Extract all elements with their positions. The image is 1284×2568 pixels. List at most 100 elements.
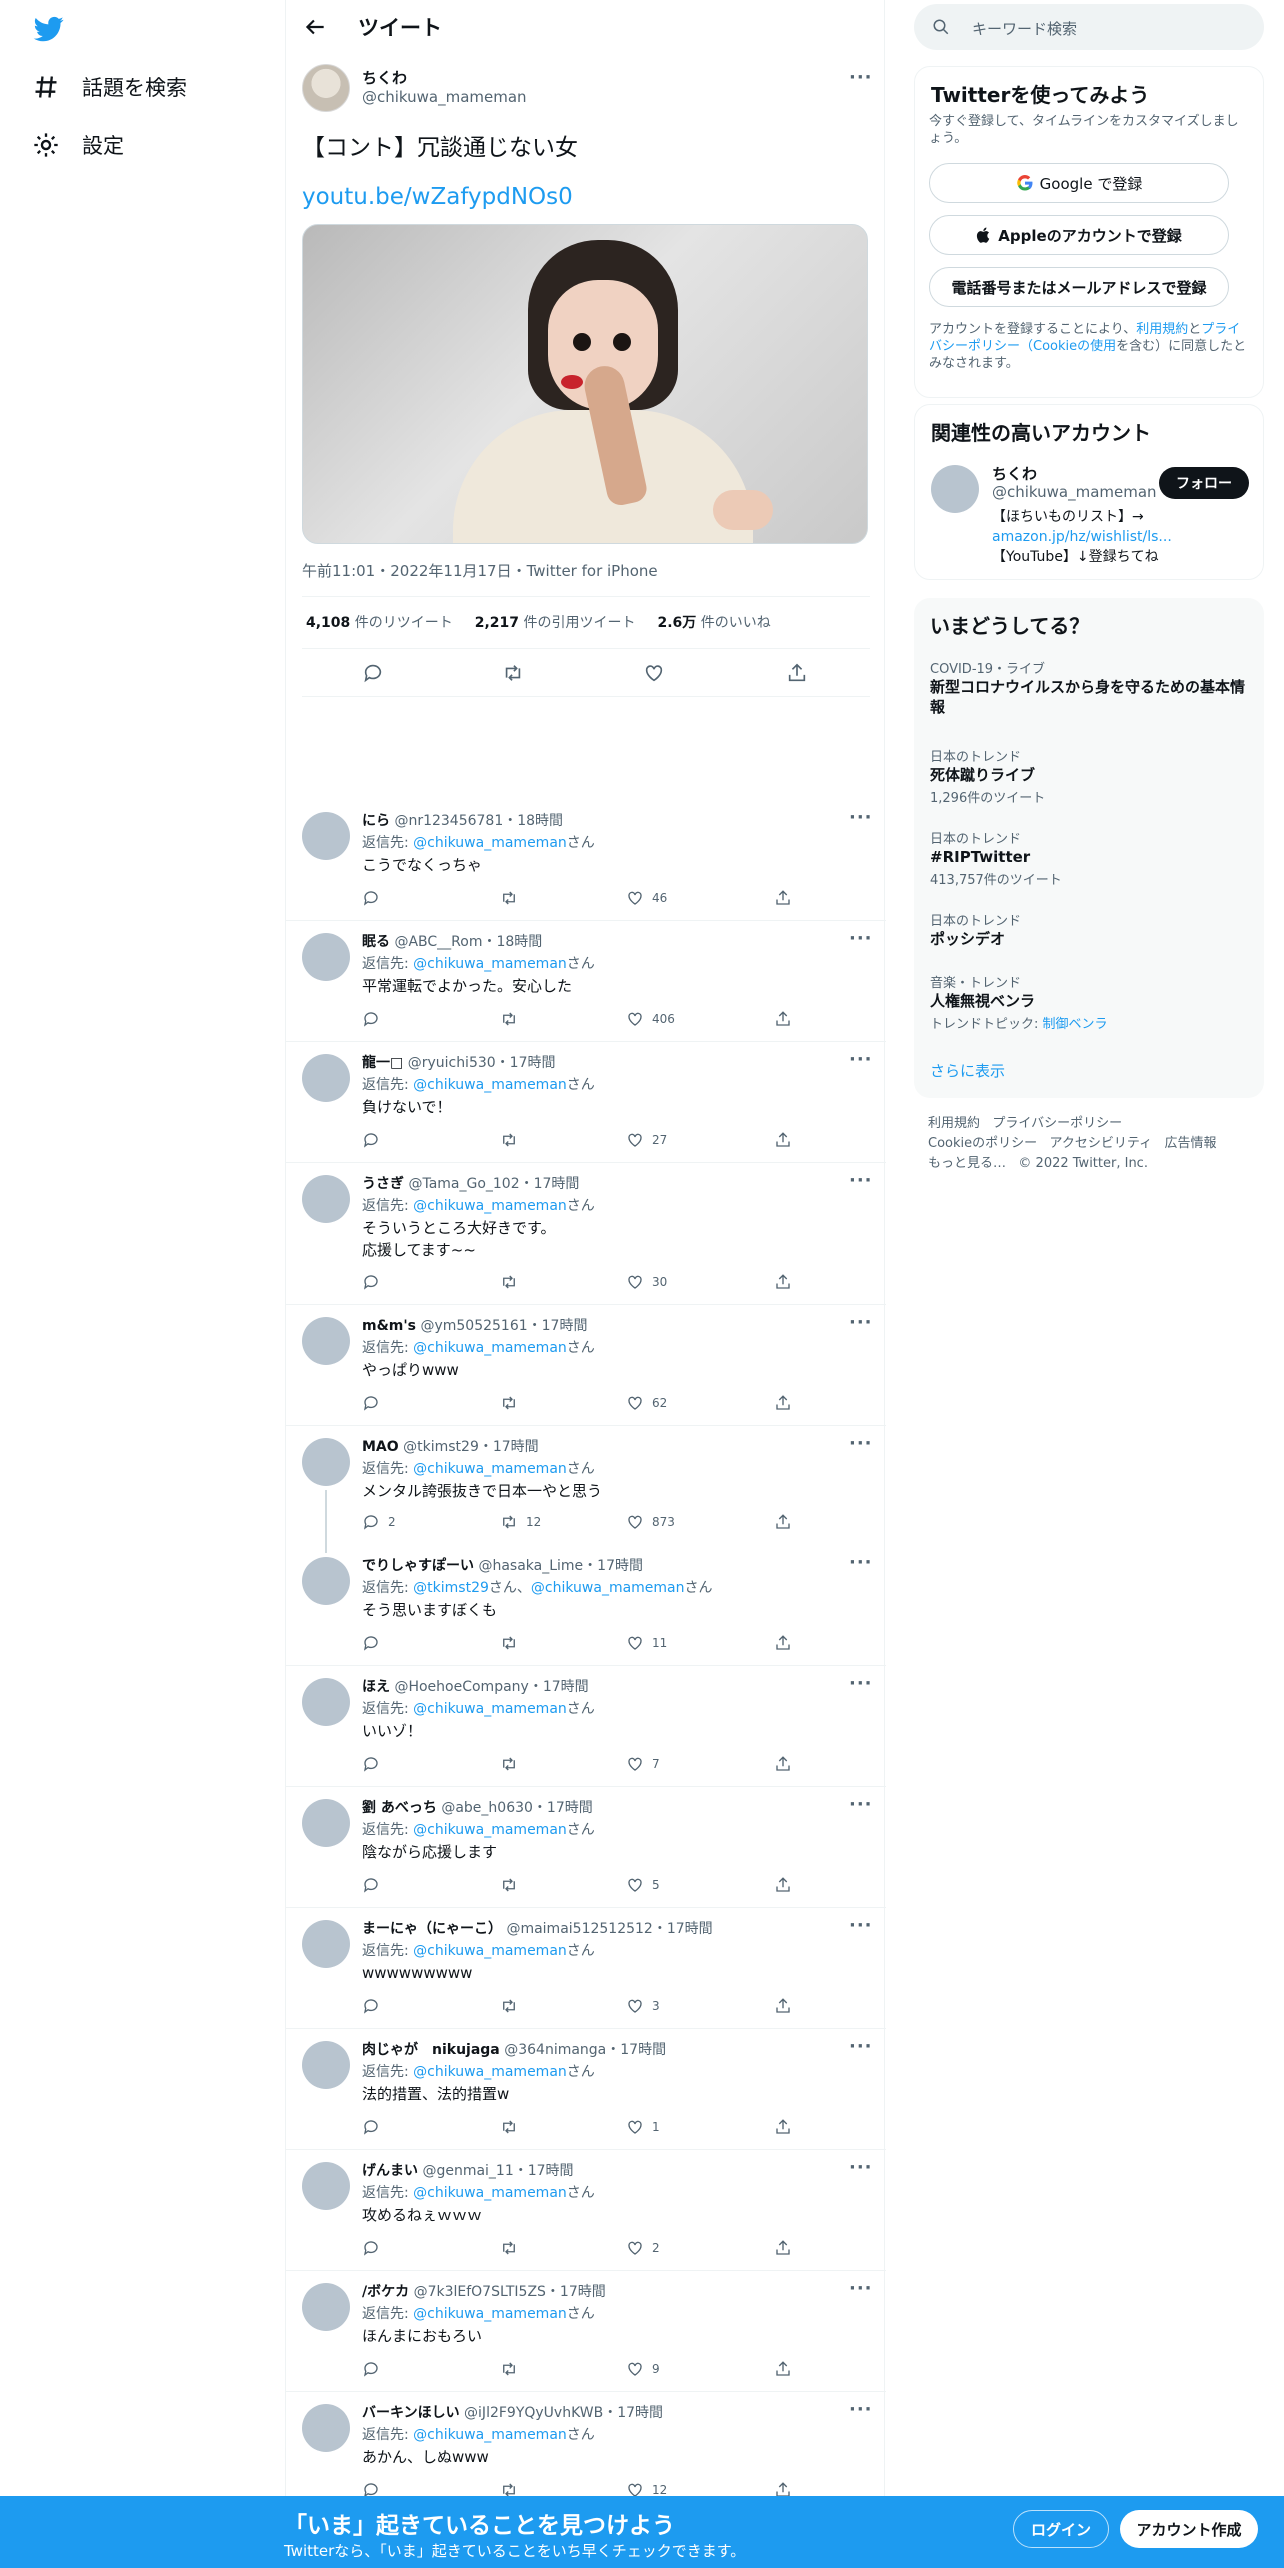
reply-item[interactable]: 龍一□ @ryuichi530・17時間 ··· 返信先: @chikuwa_mam…	[286, 1042, 886, 1163]
reply-icon[interactable]	[362, 1010, 380, 1028]
retweet-icon[interactable]	[500, 1755, 518, 1773]
reply-icon[interactable]	[362, 1273, 380, 1291]
footer-accessibility[interactable]: アクセシビリティ	[1050, 1136, 1153, 1151]
share-icon[interactable]	[774, 1131, 792, 1149]
reply-more-icon[interactable]: ···	[849, 2280, 872, 2298]
retweet-icon[interactable]	[500, 1273, 518, 1291]
reply-avatar[interactable]	[302, 2162, 350, 2210]
search-input[interactable]: キーワード検索	[972, 18, 1077, 39]
trend-item[interactable]: 日本のトレンド ポッシデオ	[930, 910, 1250, 949]
reply-author-name[interactable]: 肉じゃが nikujaga	[362, 2042, 500, 2058]
like-icon[interactable]	[626, 2360, 644, 2378]
reply-to-link[interactable]: @chikuwa_mameman	[413, 835, 567, 851]
tweet-link[interactable]: youtu.be/wZafypdNOs0	[302, 184, 573, 210]
share-icon[interactable]	[774, 1394, 792, 1412]
retweet-count[interactable]: 4,108 件のリツイート	[306, 612, 453, 632]
related-name[interactable]: ちくわ	[992, 463, 1037, 484]
trend-topic-link[interactable]: 制御ベンラ	[1043, 1017, 1108, 1032]
twitter-logo-icon[interactable]	[32, 14, 66, 44]
reply-more-icon[interactable]: ···	[849, 1796, 872, 1814]
reply-header[interactable]: ほえ @HoehoeCompany・17時間	[362, 1676, 589, 1696]
author-name[interactable]: ちくわ	[362, 67, 407, 88]
reply-header[interactable]: 眠る @ABC__Rom・18時間	[362, 931, 542, 951]
retweet-icon[interactable]	[500, 889, 518, 907]
reply-avatar[interactable]	[302, 933, 350, 981]
login-button[interactable]: ログイン	[1013, 2510, 1109, 2548]
like-icon[interactable]	[643, 662, 665, 684]
search-box[interactable]: キーワード検索	[914, 4, 1264, 50]
like-count[interactable]: 2.6万 件のいいね	[658, 612, 771, 632]
reply-more-icon[interactable]: ···	[849, 1051, 872, 1069]
share-icon[interactable]	[774, 1273, 792, 1291]
related-handle[interactable]: @chikuwa_mameman	[992, 483, 1157, 501]
retweet-icon[interactable]	[500, 1997, 518, 2015]
reply-item[interactable]: まーにゃ（にゃーこ） @maimai512512512・17時間 ··· 返信先: …	[286, 1908, 886, 2029]
reply-item[interactable]: 肉じゃが nikujaga @364nimanga・17時間 ··· 返信先: @c…	[286, 2029, 886, 2150]
reply-item[interactable]: 眠る @ABC__Rom・18時間 ··· 返信先: @chikuwa_mamema…	[286, 921, 886, 1042]
reply-item[interactable]: でりしゃすぽーい @hasaka_Lime・17時間 ··· 返信先: @tkims…	[286, 1545, 886, 1666]
reply-icon[interactable]	[362, 2239, 380, 2257]
reply-author-name[interactable]: げんまい	[362, 2163, 418, 2179]
reply-to-link[interactable]: @chikuwa_mameman	[413, 2064, 567, 2080]
trend-item[interactable]: 日本のトレンド #RIPTwitter 413,757件のツイート	[930, 828, 1250, 888]
quote-count[interactable]: 2,217 件の引用ツイート	[475, 612, 636, 632]
reply-to-link[interactable]: @chikuwa_mameman	[413, 1822, 567, 1838]
retweet-icon[interactable]	[500, 1010, 518, 1028]
reply-item[interactable]: ほえ @HoehoeCompany・17時間 ··· 返信先: @chikuwa_m…	[286, 1666, 886, 1787]
retweet-icon[interactable]	[500, 1131, 518, 1149]
like-icon[interactable]	[626, 1755, 644, 1773]
reply-item[interactable]: うさぎ @Tama_Go_102・17時間 ··· 返信先: @chikuwa_ma…	[286, 1163, 886, 1305]
nav-explore[interactable]: 話題を検索	[32, 72, 187, 102]
reply-header[interactable]: うさぎ @Tama_Go_102・17時間	[362, 1173, 579, 1193]
reply-author-meta[interactable]: @tkimst29・17時間	[403, 1439, 539, 1455]
reply-author-name[interactable]: 龍一□	[362, 1055, 403, 1071]
like-icon[interactable]	[626, 1131, 644, 1149]
reply-icon[interactable]	[362, 1876, 380, 1894]
reply-avatar[interactable]	[302, 1054, 350, 1102]
like-icon[interactable]	[626, 889, 644, 907]
signup-button[interactable]: アカウント作成	[1120, 2510, 1258, 2548]
reply-to-link[interactable]: @chikuwa_mameman	[413, 2185, 567, 2201]
reply-avatar[interactable]	[302, 1678, 350, 1726]
reply-to-link[interactable]: @chikuwa_mameman	[413, 1077, 567, 1093]
share-icon[interactable]	[774, 889, 792, 907]
reply-avatar[interactable]	[302, 1317, 350, 1365]
follow-button[interactable]: フォロー	[1159, 467, 1249, 499]
reply-icon[interactable]	[362, 1394, 380, 1412]
footer-privacy[interactable]: プライバシーポリシー	[992, 1116, 1122, 1131]
reply-icon[interactable]	[362, 1131, 380, 1149]
retweet-icon[interactable]	[500, 1634, 518, 1652]
reply-header[interactable]: げんまい @genmai_11・17時間	[362, 2160, 574, 2180]
reply-more-icon[interactable]: ···	[849, 1172, 872, 1190]
trend-item[interactable]: 日本のトレンド 死体蹴りライブ 1,296件のツイート	[930, 746, 1250, 806]
reply-more-icon[interactable]: ···	[849, 1314, 872, 1332]
apple-signup-button[interactable]: Appleのアカウントで登録	[929, 215, 1229, 255]
share-icon[interactable]	[774, 1634, 792, 1652]
related-avatar[interactable]	[931, 465, 979, 513]
reply-to-link[interactable]: @chikuwa_mameman	[413, 1198, 567, 1214]
reply-author-name[interactable]: /ボケカ	[362, 2284, 409, 2300]
retweet-icon[interactable]	[502, 662, 524, 684]
reply-avatar[interactable]	[302, 1920, 350, 1968]
reply-more-icon[interactable]: ···	[849, 809, 872, 827]
reply-header[interactable]: 龍一□ @ryuichi530・17時間	[362, 1052, 556, 1072]
share-icon[interactable]	[774, 1513, 792, 1531]
reply-header[interactable]: まーにゃ（にゃーこ） @maimai512512512・17時間	[362, 1918, 713, 1938]
reply-header[interactable]: 劉 あべっち @abe_h0630・17時間	[362, 1797, 593, 1817]
like-icon[interactable]	[626, 1394, 644, 1412]
footer-cookie[interactable]: Cookieのポリシー	[928, 1136, 1037, 1151]
footer-more[interactable]: もっと見る…	[928, 1156, 1006, 1171]
reply-header[interactable]: /ボケカ @7k3lEfO7SLTI5ZS・17時間	[362, 2281, 606, 2301]
share-icon[interactable]	[774, 2360, 792, 2378]
share-icon[interactable]	[774, 1997, 792, 2015]
reply-avatar[interactable]	[302, 2283, 350, 2331]
tweet-timestamp[interactable]: 午前11:01・2022年11月17日・Twitter for iPhone	[302, 560, 658, 581]
reply-header[interactable]: にら @nr123456781・18時間	[362, 810, 563, 830]
retweet-icon[interactable]	[500, 2360, 518, 2378]
reply-item[interactable]: げんまい @genmai_11・17時間 ··· 返信先: @chikuwa_mam…	[286, 2150, 886, 2271]
share-icon[interactable]	[774, 2118, 792, 2136]
reply-to-link[interactable]: @tkimst29	[413, 1580, 489, 1596]
like-icon[interactable]	[626, 1513, 644, 1531]
reply-author-name[interactable]: うさぎ	[362, 1176, 404, 1192]
like-icon[interactable]	[626, 1010, 644, 1028]
